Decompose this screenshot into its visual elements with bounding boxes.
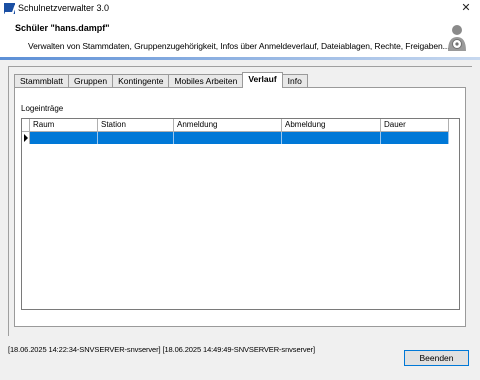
tab-verlauf[interactable]: Verlauf	[242, 72, 283, 88]
column-header-station[interactable]: Station	[98, 119, 174, 132]
window-close-button[interactable]: ✕	[452, 0, 480, 17]
row-indicator-header	[22, 119, 30, 132]
tab-mobiles-arbeiten[interactable]: Mobiles Arbeiten	[168, 74, 244, 88]
close-button[interactable]: Beenden	[404, 350, 469, 366]
table-row[interactable]	[22, 132, 449, 144]
table-cell[interactable]	[282, 132, 381, 144]
page-description: Verwalten von Stammdaten, Gruppenzugehör…	[28, 41, 450, 51]
header-divider	[0, 57, 480, 60]
column-header-raum[interactable]: Raum	[30, 119, 98, 132]
tab-gruppen[interactable]: Gruppen	[68, 74, 114, 88]
header: Schüler "hans.dampf" Verwalten von Stamm…	[0, 17, 480, 57]
tab-info[interactable]: Info	[281, 74, 308, 88]
column-header-abmeldung[interactable]: Abmeldung	[282, 119, 381, 132]
title-bar: Schulnetzverwalter 3.0 ✕	[0, 0, 480, 17]
app-icon	[4, 3, 15, 14]
column-header-anmeldung[interactable]: Anmeldung	[174, 119, 282, 132]
column-header-dauer[interactable]: Dauer	[381, 119, 449, 132]
row-pointer-icon	[22, 132, 30, 144]
log-grid[interactable]: Raum Station Anmeldung Abmeldung Dauer	[21, 118, 460, 310]
window-title: Schulnetzverwalter 3.0	[18, 3, 110, 13]
table-cell[interactable]	[98, 132, 174, 144]
user-icon	[448, 25, 466, 51]
table-cell[interactable]	[174, 132, 282, 144]
tab-stammblatt[interactable]: Stammblatt	[14, 74, 69, 88]
table-cell[interactable]	[30, 132, 98, 144]
status-text: [18.06.2025 14:22:34-SNVSERVER-snvserver…	[8, 345, 316, 354]
grid-header: Raum Station Anmeldung Abmeldung Dauer	[22, 119, 449, 132]
log-entries-label: Logeinträge	[21, 104, 64, 113]
page-title: Schüler "hans.dampf"	[15, 23, 110, 33]
table-cell[interactable]	[381, 132, 449, 144]
tab-kontingente[interactable]: Kontingente	[112, 74, 170, 88]
tab-strip: Stammblatt Gruppen Kontingente Mobiles A…	[14, 72, 308, 88]
